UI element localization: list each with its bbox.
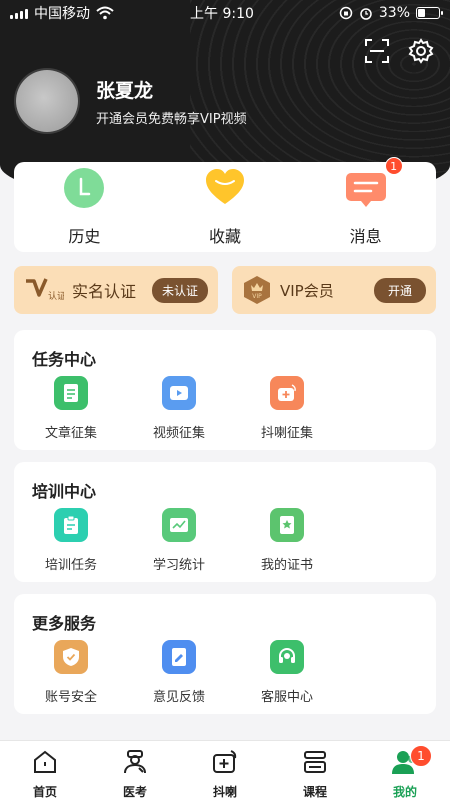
customer-service-label: 客服中心	[260, 690, 313, 705]
training-center-section: 培训中心 培训任务 学习统计 我的证书	[14, 462, 436, 582]
feedback-edit-icon	[162, 640, 196, 674]
task-center-title: 任务中心	[32, 350, 97, 369]
tab-mine-label: 我的	[392, 785, 417, 799]
vip-member-card[interactable]: VIP VIP会员 开通	[232, 266, 436, 314]
tab-courses-label: 课程	[302, 785, 327, 799]
vip-title: VIP会员	[280, 281, 334, 300]
study-stats-item[interactable]: 学习统计	[128, 508, 230, 573]
wifi-icon	[96, 6, 114, 20]
history-button[interactable]: 历史	[29, 167, 139, 247]
study-stats-label: 学习统计	[152, 558, 205, 573]
account-security-label: 账号安全	[44, 690, 97, 705]
favorites-button[interactable]: 收藏	[170, 167, 280, 247]
tab-mine[interactable]: 1 我的	[360, 741, 450, 800]
tab-doula-label: 抖喇	[212, 785, 237, 799]
training-task-label: 培训任务	[44, 558, 97, 573]
feedback-label: 意见反馈	[152, 690, 205, 705]
avatar[interactable]	[16, 70, 78, 132]
training-center-title: 培训中心	[32, 482, 97, 501]
verified-v-icon: 认证	[26, 278, 64, 302]
status-bar: 中国移动 上午 9:10 33%	[0, 0, 450, 26]
customer-service-item[interactable]: 客服中心	[236, 640, 338, 705]
mine-badge: 1	[410, 745, 432, 767]
history-label: 历史	[68, 227, 101, 246]
messages-badge: 1	[384, 157, 403, 175]
vip-logo-text: VIP	[252, 293, 262, 300]
battery-icon	[416, 7, 443, 19]
doula-collection-item[interactable]: 抖喇征集	[236, 376, 338, 441]
quick-actions-card: 历史 收藏 1 消息	[14, 157, 436, 252]
tab-medical-exam[interactable]: 医考	[90, 741, 180, 800]
carrier-text: 中国移动	[34, 6, 90, 22]
bottom-tab-bar: 首页 医考 抖喇 课程 1 我的	[0, 740, 450, 800]
stats-chart-icon	[162, 508, 196, 542]
more-services-title: 更多服务	[32, 614, 97, 633]
realname-status-pill[interactable]: 未认证	[151, 277, 208, 303]
tab-home-label: 首页	[32, 785, 57, 799]
user-name: 张夏龙	[96, 80, 154, 102]
history-icon	[63, 167, 105, 209]
vip-promo-text[interactable]: 开通会员免费畅享VIP视频	[96, 108, 247, 127]
heart-icon	[204, 167, 246, 209]
certificate-icon	[270, 508, 304, 542]
vip-activate-pill[interactable]: 开通	[373, 277, 426, 303]
video-collection-item[interactable]: 视频征集	[128, 376, 230, 441]
realname-title: 实名认证	[72, 282, 137, 301]
article-collection-label: 文章征集	[44, 426, 97, 441]
doula-collection-label: 抖喇征集	[260, 426, 313, 441]
clipboard-icon	[54, 508, 88, 542]
settings-gear-icon[interactable]	[408, 38, 434, 64]
task-center-section: 任务中心 文章征集 视频征集 抖喇征集	[14, 330, 436, 450]
training-task-item[interactable]: 培训任务	[20, 508, 122, 573]
vip-crown-icon: VIP	[244, 276, 270, 304]
messages-label: 消息	[349, 227, 382, 246]
tab-doula[interactable]: 抖喇	[180, 741, 270, 800]
courses-stack-icon	[304, 751, 326, 773]
battery-percent: 33%	[378, 5, 410, 21]
headset-icon	[270, 640, 304, 674]
realname-verification-card[interactable]: 认证 实名认证 未认证	[14, 266, 218, 314]
account-security-item[interactable]: 账号安全	[20, 640, 122, 705]
doula-plus-icon	[213, 750, 237, 773]
tab-courses[interactable]: 课程	[270, 741, 360, 800]
video-collection-label: 视频征集	[152, 426, 205, 441]
my-certificate-label: 我的证书	[260, 558, 313, 573]
favorites-label: 收藏	[208, 227, 241, 246]
signal-icon	[10, 7, 28, 19]
orientation-lock-icon	[339, 6, 353, 20]
alarm-icon	[360, 8, 372, 20]
verified-logo-text: 认证	[48, 290, 64, 302]
article-doc-icon	[54, 376, 88, 410]
video-icon	[162, 376, 196, 410]
more-services-section: 更多服务 账号安全 意见反馈 客服中心	[14, 594, 436, 714]
messages-button[interactable]: 1 消息	[311, 157, 421, 247]
shield-icon	[54, 640, 88, 674]
message-icon: 1	[345, 157, 403, 209]
scan-icon[interactable]	[364, 38, 390, 64]
home-icon	[34, 750, 56, 773]
article-collection-item[interactable]: 文章征集	[20, 376, 122, 441]
tab-medical-exam-label: 医考	[122, 785, 147, 799]
doctor-icon	[124, 750, 146, 774]
doula-add-icon	[270, 376, 304, 410]
feedback-item[interactable]: 意见反馈	[128, 640, 230, 705]
my-certificate-item[interactable]: 我的证书	[236, 508, 338, 573]
status-time: 上午 9:10	[190, 6, 254, 22]
tab-home[interactable]: 首页	[0, 741, 90, 800]
